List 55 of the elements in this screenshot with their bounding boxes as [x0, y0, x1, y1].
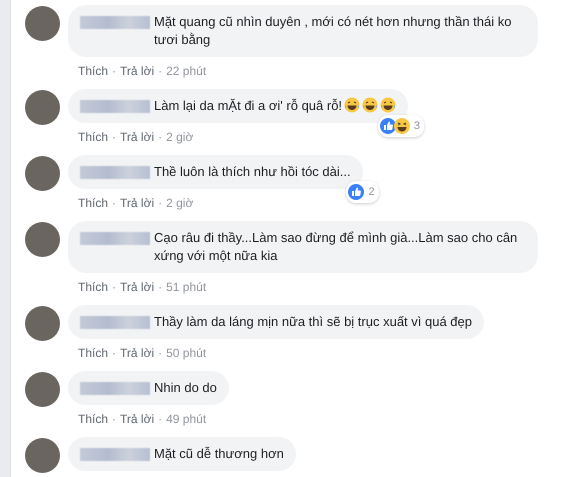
action-link[interactable]: Thích — [78, 346, 108, 360]
action-link[interactable]: Thích — [78, 280, 108, 294]
avatar-placeholder — [25, 6, 60, 41]
comment-text: Làm lại da mẶt đi a ơi' rỗ quâ rỗ! — [154, 97, 342, 115]
comment-text: Cạo râu đi thầy...Làm sao đừng để mình già...Làm sao cho cân xứng với một nữa kia — [154, 229, 518, 265]
avatar-placeholder — [25, 222, 60, 257]
avatar-placeholder — [25, 90, 60, 125]
blurred-name — [80, 16, 150, 29]
comment-text: Thề luôn là thích như hồi tóc dài... — [154, 163, 351, 181]
timestamp: 50 phút — [166, 346, 206, 360]
action-link[interactable]: Trả lời — [120, 346, 154, 360]
timestamp: 2 giờ — [166, 196, 194, 210]
separator-dot: · — [112, 412, 116, 426]
timestamp: 49 phút — [166, 412, 206, 426]
action-link[interactable]: Trả lời — [120, 280, 154, 294]
blurred-name — [80, 166, 150, 179]
blurred-name — [80, 316, 150, 329]
avatar-placeholder — [25, 306, 60, 341]
action-link[interactable]: Thích — [78, 412, 108, 426]
separator-dot: · — [158, 64, 162, 78]
blurred-name — [80, 448, 150, 461]
timestamp: 51 phút — [166, 280, 206, 294]
blurred-name — [80, 232, 150, 245]
action-link[interactable]: Trả lời — [120, 412, 154, 426]
avatar-placeholder — [25, 438, 60, 473]
separator-dot: · — [158, 280, 162, 294]
separator-dot: · — [112, 64, 116, 78]
separator-dot: · — [112, 346, 116, 360]
reaction-count: 3 — [414, 119, 420, 134]
timestamp: 22 phút — [166, 64, 206, 78]
comment-text: Nhin do do — [154, 379, 217, 397]
avatar-placeholder — [25, 156, 60, 191]
action-link[interactable]: Trả lời — [120, 64, 154, 78]
comment-text: Mặt cũ dễ thương hơn — [154, 445, 284, 463]
separator-dot: · — [158, 196, 162, 210]
separator-dot: · — [158, 130, 162, 144]
action-link[interactable]: Thích — [78, 130, 108, 144]
separator-dot: · — [112, 130, 116, 144]
reaction-badge[interactable]: 2 — [346, 181, 379, 203]
blurred-name — [80, 100, 150, 113]
action-link[interactable]: Thích — [78, 196, 108, 210]
comment-text: Mặt quang cũ nhìn duyên , mới có nét hơn nhưng thần thái ko tươi bằng — [154, 13, 512, 49]
avatar-placeholder — [25, 372, 60, 407]
separator-dot: · — [112, 196, 116, 210]
separator-dot: · — [158, 412, 162, 426]
action-link[interactable]: Trả lời — [120, 196, 154, 210]
separator-dot: · — [158, 346, 162, 360]
reaction-badge[interactable]: 3 — [378, 115, 424, 137]
timestamp: 2 giờ — [166, 130, 194, 144]
separator-dot: · — [112, 280, 116, 294]
reaction-count: 2 — [368, 185, 375, 200]
blurred-name — [80, 382, 150, 395]
action-link[interactable]: Thích — [78, 64, 108, 78]
comment-text: Thầy làm da láng mịn nữa thì sẽ bị trục xuất vì quá đẹp — [154, 313, 472, 331]
action-link[interactable]: Trả lời — [120, 130, 154, 144]
